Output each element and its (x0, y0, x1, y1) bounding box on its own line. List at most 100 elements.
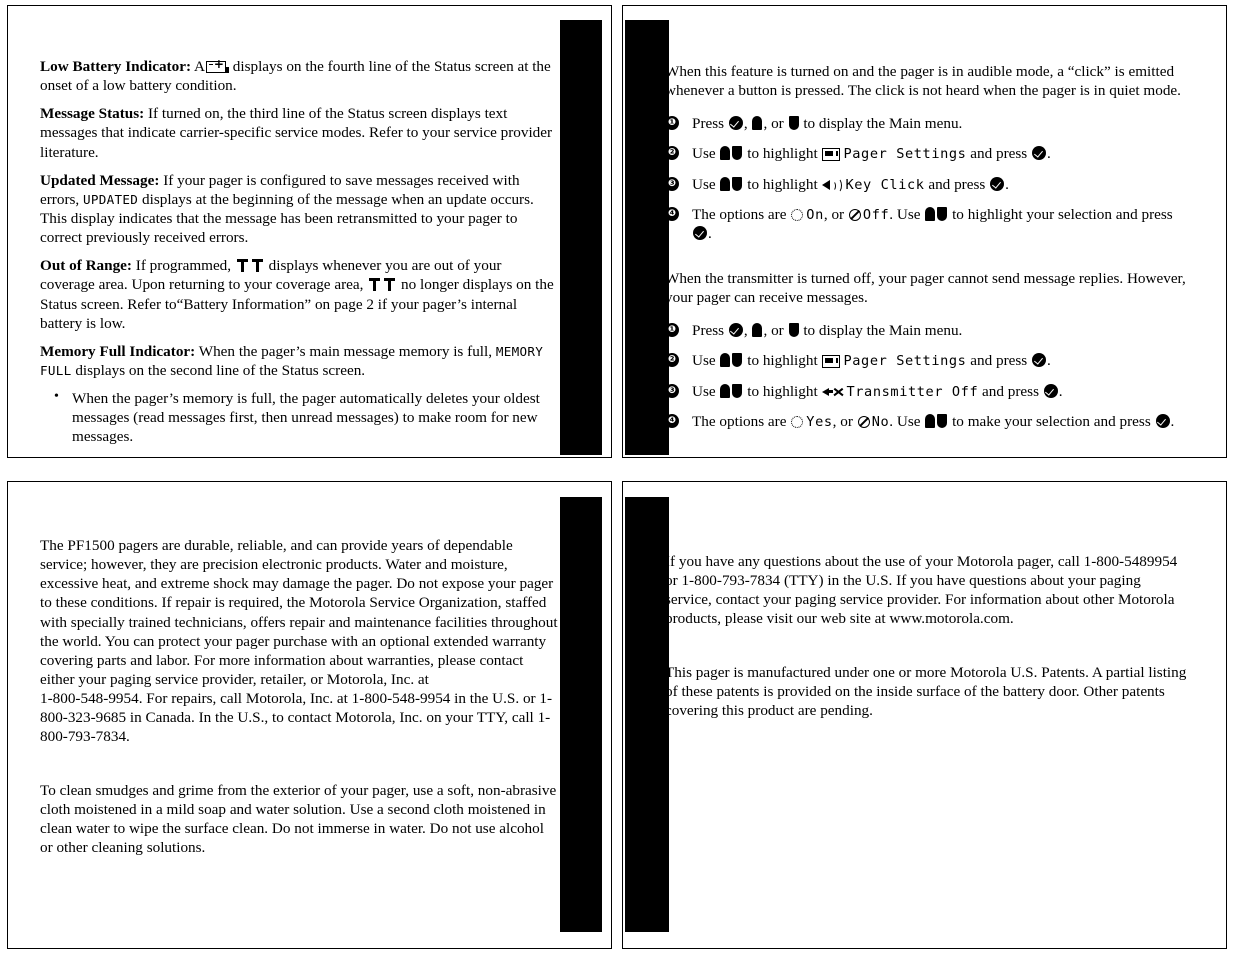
memory-full-text-2: displays on the second line of the Statu… (71, 361, 366, 379)
antenna-out-of-range-icon (236, 258, 248, 273)
select-button-icon (1032, 146, 1047, 161)
lcd-updated-label: UPDATED (83, 191, 139, 207)
step-item: ❸ Use to highlight Key Click and press . (665, 175, 1190, 194)
entry-message-status: Message Status: If turned on, the third … (40, 104, 558, 161)
cleaning-paragraph: To clean smudges and grime from the exte… (40, 781, 557, 856)
down-button-icon (937, 413, 948, 428)
manual-page-spread: Low Battery Indicator: A displays on the… (0, 0, 1235, 954)
radio-off-icon (848, 208, 861, 221)
step-text-3: and press (966, 145, 1032, 163)
step-text-3: and press (924, 175, 990, 193)
entry-memory-full: Memory Full Indicator: When the pager’s … (40, 342, 558, 380)
term-out-of-range: Out of Range: (40, 257, 132, 275)
antenna-out-of-range-icon (384, 277, 396, 292)
step-number-badge: ❸ (665, 176, 679, 191)
low-battery-before-text: A (191, 58, 205, 75)
step-text-3: , or (763, 322, 788, 340)
lcd-menu-label: Pager Settings (843, 146, 967, 163)
step-number-badge: ❹ (665, 413, 679, 428)
memory-full-bullet-list: When the pager’s memory is full, the pag… (40, 388, 558, 446)
term-low-battery: Low Battery Indicator: (40, 58, 192, 75)
lcd-menu-label: Transmitter Off (846, 383, 979, 400)
entry-low-battery: Low Battery Indicator: A displays on the… (40, 57, 558, 95)
lcd-option-no: No (871, 413, 890, 430)
step-item: ❶ Press , , or to display the Main menu. (665, 114, 1190, 133)
step-text-2: to highlight (743, 145, 822, 163)
up-button-icon (720, 353, 731, 368)
lcd-option-on: On (806, 206, 824, 223)
bleed-tab-bar-bottom-left (560, 497, 602, 932)
step-text-2: , (743, 115, 752, 133)
bleed-tab-bar-top-left (560, 20, 602, 455)
step-text-1: Use (692, 352, 720, 370)
step-text-1: The options are (692, 412, 791, 430)
select-button-icon (990, 176, 1005, 191)
step-number-badge: ❸ (665, 383, 679, 398)
step-text-3: and press (978, 382, 1043, 400)
step-text-4: to highlight your selection and press (948, 205, 1173, 223)
down-button-icon (788, 323, 799, 338)
radio-off-icon (857, 415, 870, 428)
step-text-2: , (743, 322, 752, 340)
lcd-menu-label: Pager Settings (843, 353, 967, 370)
step-number-badge: ❶ (665, 323, 679, 338)
step-item: ❹ The options are On, or Off. Use to hig… (665, 205, 1190, 243)
patents-paragraph: This pager is manufactured under one or … (665, 663, 1187, 719)
up-button-icon (720, 176, 731, 191)
step-text-2: to highlight (743, 352, 822, 370)
step-text-2: to highlight (743, 175, 822, 193)
memory-full-text-1: When the pager’s main message memory is … (195, 342, 496, 360)
lcd-menu-label: Key Click (845, 176, 925, 193)
key-click-speaker-icon (822, 178, 843, 194)
antenna-out-of-range-icon (251, 258, 263, 273)
step-text-1: The options are (692, 205, 791, 223)
step-item: ❹ The options are Yes, or No. Use to mak… (665, 412, 1190, 431)
term-updated-message: Updated Message: (40, 171, 160, 189)
step-text-2: , or (832, 412, 857, 430)
up-button-icon (925, 206, 936, 221)
step-item: ❷ Use to highlight Pager Settings and pr… (665, 144, 1190, 163)
out-of-range-text-1: If programmed, (131, 257, 235, 275)
radio-on-icon (791, 415, 804, 428)
step-text-4: to display the Main menu. (799, 115, 963, 133)
step-text-3: , or (763, 115, 788, 133)
step-text-4: . (1005, 175, 1009, 193)
select-button-icon (1155, 413, 1170, 428)
radio-on-icon (791, 208, 804, 221)
step-text-3: . Use (889, 412, 925, 430)
pager-settings-icon (822, 355, 841, 369)
step-text-2: to highlight (743, 382, 822, 400)
transmitter-off-icon (822, 385, 845, 399)
up-button-icon (752, 116, 763, 131)
contact-paragraph: If you have any questions about the use … (665, 553, 1178, 628)
down-button-icon (732, 383, 743, 398)
transmitter-off-steps: ❶ Press , , or to display the Main menu.… (665, 321, 1190, 431)
step-text-4: to make your selection and press (948, 412, 1155, 430)
step-text-3: and press (966, 352, 1032, 370)
down-button-icon (732, 353, 743, 368)
key-click-steps: ❶ Press , , or to display the Main menu.… (665, 114, 1190, 243)
select-button-icon (728, 323, 743, 338)
step-text-2: , or (823, 205, 848, 223)
up-button-icon (925, 413, 936, 428)
step-number-badge: ❷ (665, 146, 679, 161)
up-button-icon (752, 323, 763, 338)
step-text-1: Use (692, 145, 720, 163)
step-item: ❶ Press , , or to display the Main menu. (665, 321, 1190, 340)
up-button-icon (720, 383, 731, 398)
step-text-5: . (1170, 412, 1175, 430)
text-column-bottom-left: The PF1500 pagers are durable, reliable,… (40, 536, 558, 866)
term-message-status: Message Status: (40, 105, 145, 123)
step-number-badge: ❶ (665, 116, 679, 131)
step-text-5: . (708, 224, 712, 242)
step-text-1: Press (692, 115, 728, 133)
select-button-icon (1032, 353, 1047, 368)
down-button-icon (732, 176, 743, 191)
step-text-4: . (1047, 352, 1051, 370)
step-text-4: . (1047, 145, 1051, 163)
step-text-1: Use (692, 382, 720, 400)
select-button-icon (1043, 383, 1058, 398)
step-item: ❸ Use to highlight Transmitter Off and p… (665, 382, 1190, 401)
step-text-4: . (1058, 382, 1063, 400)
step-item: ❷ Use to highlight Pager Settings and pr… (665, 351, 1190, 370)
